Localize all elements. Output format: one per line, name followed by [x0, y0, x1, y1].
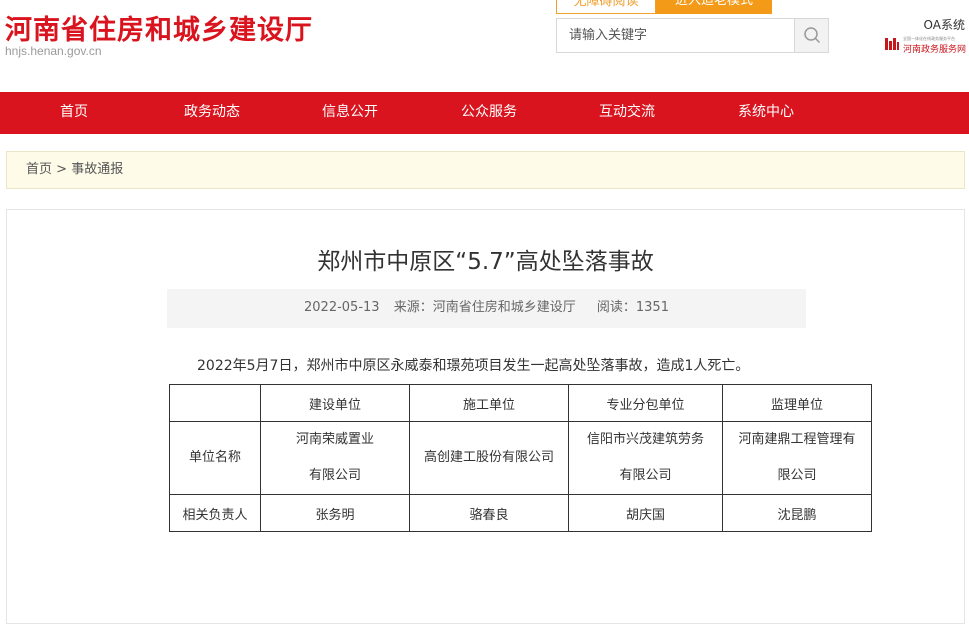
- table-cell: 胡庆国: [568, 494, 723, 532]
- article-body: 2022年5月7日，郑州市中原区永威泰和璟苑项目发生一起高处坠落事故，造成1人死…: [197, 358, 750, 374]
- breadcrumb-current[interactable]: 事故通报: [71, 162, 123, 177]
- table-cell: 信阳市兴茂建筑劳务 有限公司: [568, 421, 723, 495]
- search-button[interactable]: [794, 19, 828, 52]
- breadcrumb-separator: >: [52, 162, 72, 177]
- table-cell: 张务明: [260, 494, 410, 532]
- table-cell-line: 有限公司: [308, 468, 361, 483]
- table-header-cell: 建设单位: [260, 384, 410, 422]
- nav-item-home[interactable]: 首页: [14, 92, 134, 134]
- article-date: 2022-05-13: [304, 300, 380, 315]
- table-row: 相关负责人 张务明 骆春良 胡庆国 沈昆鹏: [169, 494, 872, 532]
- article-panel: 郑州市中原区“5.7”高处坠落事故 2022-05-13 来源：河南省住房和城乡…: [6, 209, 965, 624]
- elder-mode-button[interactable]: 进入适老模式: [656, 0, 772, 14]
- site-title[interactable]: 河南省住房和城乡建设厅: [5, 8, 313, 47]
- table-cell-line: 限公司: [777, 468, 817, 483]
- table-cell: 河南荣威置业 有限公司: [260, 421, 410, 495]
- table-row-label: 相关负责人: [169, 494, 261, 532]
- table-header-cell: 监理单位: [722, 384, 872, 422]
- nav-item-system-center[interactable]: 系统中心: [706, 92, 826, 134]
- main-nav: 首页 政务动态 信息公开 公众服务 互动交流 系统中心: [0, 92, 969, 134]
- gov-logo-name: 河南政务服务网: [903, 45, 967, 55]
- search-input[interactable]: [557, 19, 795, 52]
- nav-item-public-service[interactable]: 公众服务: [429, 92, 549, 134]
- table-cell-line: 有限公司: [619, 468, 672, 483]
- table-cell: 沈昆鹏: [722, 494, 872, 532]
- gov-service-logo-icon: [885, 38, 899, 50]
- table-header-row: 建设单位 施工单位 专业分包单位 监理单位: [169, 384, 872, 422]
- table-cell-line: 河南建鼎工程管理有: [738, 432, 856, 447]
- table-header-cell: 专业分包单位: [568, 384, 723, 422]
- table-header-cell: [169, 384, 261, 422]
- table-cell-line: 信阳市兴茂建筑劳务: [586, 432, 704, 447]
- table-cell-line: 高创建工股份有限公司: [423, 450, 554, 465]
- table-row-label: 单位名称: [169, 421, 261, 495]
- oa-system-link[interactable]: OA系统: [924, 16, 965, 33]
- table-cell: 骆春良: [409, 494, 569, 532]
- article-source: 来源：河南省住房和城乡建设厅: [393, 300, 576, 315]
- table-cell: 高创建工股份有限公司: [409, 421, 569, 495]
- search-box: [556, 18, 829, 53]
- table-row: 单位名称 河南荣威置业 有限公司 高创建工股份有限公司 信阳市兴茂建筑劳务 有限公司…: [169, 421, 872, 495]
- site-domain: hnjs.henan.gov.cn: [5, 44, 102, 58]
- breadcrumb: 首页 > 事故通报: [6, 151, 965, 189]
- nav-item-disclosure[interactable]: 信息公开: [290, 92, 410, 134]
- table-header-cell: 施工单位: [409, 384, 569, 422]
- site-header: 河南省住房和城乡建设厅 hnjs.henan.gov.cn 无障碍阅读 进入适老…: [0, 0, 969, 92]
- breadcrumb-home[interactable]: 首页: [26, 162, 52, 177]
- search-icon: [804, 27, 821, 44]
- mode-buttons: 无障碍阅读 进入适老模式: [556, 0, 772, 14]
- article-meta: 2022-05-13 来源：河南省住房和城乡建设厅 阅读：1351: [167, 289, 806, 328]
- gov-service-logo[interactable]: 全国一体化在线政务服务平台 河南政务服务网: [884, 36, 968, 55]
- table-cell: 河南建鼎工程管理有 限公司: [722, 421, 872, 495]
- table-cell-line: 河南荣威置业: [295, 432, 374, 447]
- accessible-reading-button[interactable]: 无障碍阅读: [556, 0, 656, 14]
- nav-item-interaction[interactable]: 互动交流: [567, 92, 687, 134]
- nav-item-news[interactable]: 政务动态: [152, 92, 272, 134]
- article-views: 阅读：1351: [596, 300, 669, 315]
- article-title: 郑州市中原区“5.7”高处坠落事故: [317, 249, 654, 275]
- responsible-units-table: 建设单位 施工单位 专业分包单位 监理单位 单位名称 河南荣威置业 有限公司 高创…: [169, 384, 872, 532]
